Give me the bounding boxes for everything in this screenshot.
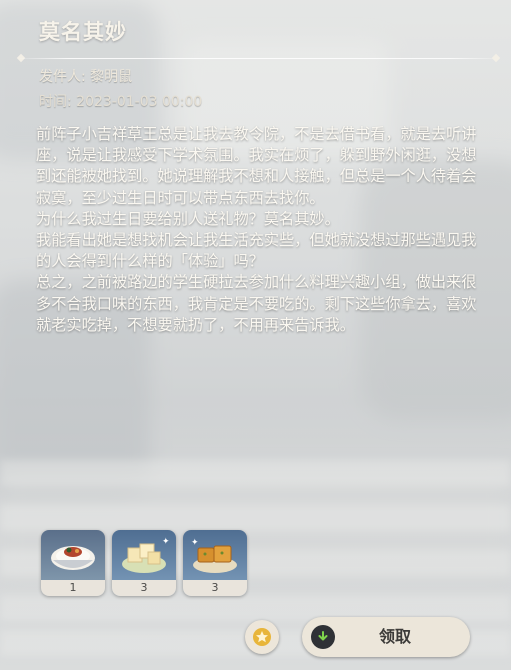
attachment-item[interactable]: ✦ 3 — [183, 530, 247, 596]
mail-body: 前阵子小吉祥草王总是让我去教令院，不是去借书看，就是去听讲座，说是让我感受下学术… — [36, 124, 486, 336]
favorite-button[interactable] — [245, 620, 279, 654]
title-divider — [20, 58, 498, 59]
tofu-plate-icon: ✦ — [122, 537, 170, 573]
mail-panel: 莫名其妙 发件人: 黎明鼠 时间: 2023-01-03 00:00 前阵子小吉… — [0, 0, 511, 670]
rice-bowl-icon — [51, 546, 95, 570]
mail-paragraph: 我能看出她是想找机会让我生活充实些，但她就没想过那些遇见我的人会得到什么样的「体… — [36, 231, 477, 271]
claim-button[interactable]: 领取 — [302, 617, 470, 657]
attachment-count: 3 — [112, 580, 176, 596]
attachment-item[interactable]: 1 — [41, 530, 105, 596]
mail-paragraph: 总之，之前被路边的学生硬拉去参加什么料理兴趣小组，做出来很多不合我口味的东西，我… — [36, 273, 477, 334]
attachment-count: 3 — [183, 580, 247, 596]
svg-text:✦: ✦ — [191, 538, 199, 548]
attachment-item[interactable]: ✦ 3 — [112, 530, 176, 596]
mail-sender: 发件人: 黎明鼠 — [39, 69, 133, 85]
attachment-list: 1 ✦ 3 ✦ 3 — [41, 530, 247, 596]
star-icon — [253, 628, 271, 646]
attachment-count: 1 — [41, 580, 105, 596]
fried-cake-icon: ✦ — [191, 538, 237, 573]
mail-paragraph: 前阵子小吉祥草王总是让我去教令院，不是去借书看，就是去听讲座，说是让我感受下学术… — [36, 125, 477, 207]
mail-paragraph: 为什么我过生日要给别人送礼物？莫名其妙。 — [36, 209, 340, 228]
divider-diamond-right — [491, 53, 501, 63]
claim-button-label: 领取 — [378, 627, 411, 646]
mail-title: 莫名其妙 — [39, 20, 127, 44]
svg-text:✦: ✦ — [162, 537, 170, 547]
mail-time: 时间: 2023-01-03 00:00 — [39, 94, 203, 110]
